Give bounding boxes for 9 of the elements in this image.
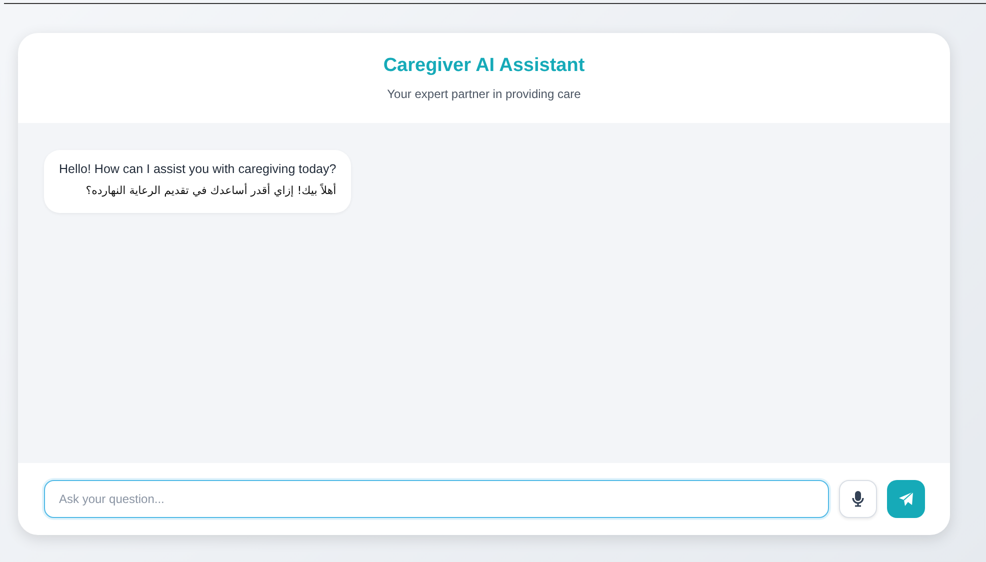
microphone-button[interactable]: [839, 480, 877, 518]
app-title: Caregiver AI Assistant: [383, 55, 585, 77]
app-subtitle: Your expert partner in providing care: [387, 87, 581, 101]
message-text: أهلاً بيك! إزاي أقدر أساعدك في تقديم الرعاية النهارده؟: [84, 184, 336, 197]
send-button[interactable]: [887, 480, 925, 518]
microphone-icon: [852, 491, 864, 507]
question-input[interactable]: Ask your question...: [44, 480, 829, 518]
message-text: Hello! How can I assist you with caregiving today?: [59, 162, 336, 176]
send-icon: [898, 491, 914, 507]
